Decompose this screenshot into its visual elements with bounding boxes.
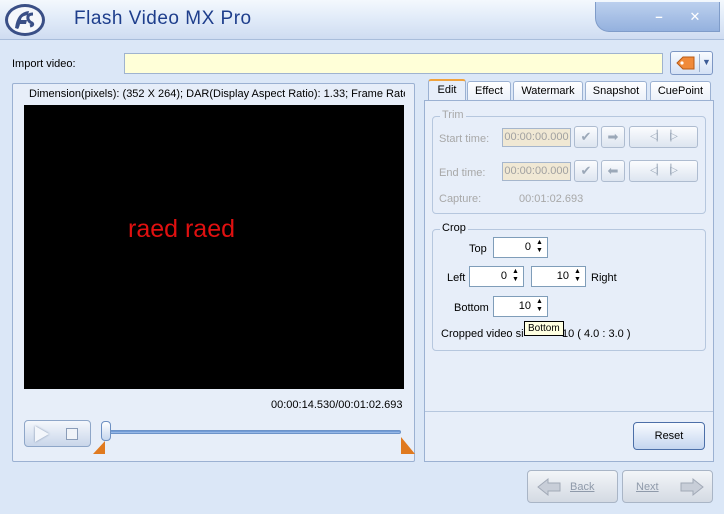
import-video-label: Import video:	[12, 58, 76, 70]
checkmark-icon: ✔	[580, 129, 592, 144]
tab-effect[interactable]: Effect	[467, 81, 511, 101]
minimize-button[interactable]: –	[648, 8, 670, 27]
checkmark-icon: ✔	[580, 163, 592, 178]
start-step-buttons[interactable]: ◁▏▕▷	[629, 126, 698, 148]
chevron-down-icon[interactable]: ▼	[702, 57, 711, 67]
window-controls: – ✕	[595, 2, 720, 32]
crop-left-label: Left	[447, 272, 466, 284]
crop-right-value: 10	[556, 270, 569, 282]
next-label: Next	[636, 481, 659, 493]
tag-icon	[676, 56, 695, 70]
trim-start-marker-icon[interactable]	[93, 441, 105, 454]
crop-bottom-value: 10	[518, 300, 531, 312]
start-time-field[interactable]: 00:00:00.000	[502, 128, 571, 147]
crop-top-stepper[interactable]: 0 ▲ ▼	[493, 237, 548, 258]
capture-value: 00:01:02.693	[519, 193, 584, 205]
tab-edit[interactable]: Edit	[428, 79, 466, 102]
set-start-checkmark-button[interactable]: ✔	[574, 126, 598, 148]
crop-right-stepper[interactable]: 10 ▲ ▼	[531, 266, 586, 287]
next-button[interactable]: Next	[622, 470, 713, 503]
tab-watermark[interactable]: Watermark	[513, 81, 583, 101]
start-time-label: Start time:	[439, 133, 490, 145]
video-preview	[24, 105, 404, 389]
crop-left-value: 0	[500, 270, 507, 282]
reset-button[interactable]: Reset	[633, 422, 705, 450]
spin-arrows-icon[interactable]: ▲ ▼	[510, 268, 521, 285]
spin-arrows-icon[interactable]: ▲ ▼	[534, 298, 545, 315]
play-icon[interactable]	[35, 426, 49, 442]
tab-cuepoint[interactable]: CuePoint	[650, 81, 711, 101]
arrow-right-icon: ➡	[607, 129, 619, 144]
cropped-size-label: Cropped video si	[441, 328, 524, 340]
end-step-buttons[interactable]: ◁▏▕▷	[629, 160, 698, 182]
tab-snapshot[interactable]: Snapshot	[585, 81, 647, 101]
app-title: Flash Video MX Pro	[74, 8, 252, 29]
arrow-left-icon	[537, 477, 561, 497]
video-info: Dimension(pixels): (352 X 264); DAR(Disp…	[29, 88, 405, 100]
capture-label: Capture:	[439, 193, 482, 205]
crop-bottom-label: Bottom	[454, 302, 489, 314]
crop-right-label: Right	[591, 272, 617, 284]
app-logo-icon	[5, 4, 45, 36]
crop-top-value: 0	[524, 241, 531, 253]
import-browse-button[interactable]: ▼	[670, 51, 713, 75]
goto-start-arrow-button[interactable]: ➡	[601, 126, 625, 148]
button-separator	[699, 54, 700, 72]
panel-divider	[425, 411, 713, 412]
back-label: Back	[570, 481, 595, 493]
seek-slider[interactable]	[103, 430, 401, 434]
end-time-field[interactable]: 00:00:00.000	[502, 162, 571, 181]
back-button[interactable]: Back	[527, 470, 618, 503]
goto-end-arrow-button[interactable]: ⬅	[601, 160, 625, 182]
arrow-left-icon: ⬅	[607, 163, 619, 178]
playback-timecode: 00:00:14.530/00:01:02.693	[271, 399, 403, 411]
crop-group-title: Crop	[440, 222, 468, 234]
crop-top-label: Top	[469, 243, 487, 255]
trim-group-title: Trim	[440, 109, 466, 121]
seek-slider-thumb[interactable]	[101, 421, 111, 441]
step-frame-icon: ◁▏▕▷	[650, 165, 678, 176]
crop-left-stepper[interactable]: 0 ▲ ▼	[469, 266, 524, 287]
edit-panel: Trim Start time: 00:00:00.000 ✔ ➡ ◁▏▕▷ E…	[424, 100, 714, 462]
trim-end-marker-icon[interactable]	[401, 437, 415, 454]
tab-bar: Edit Effect Watermark Snapshot CuePoint	[424, 79, 714, 102]
arrow-right-icon	[680, 477, 704, 497]
spin-arrows-icon[interactable]: ▲ ▼	[572, 268, 583, 285]
end-time-label: End time:	[439, 167, 486, 179]
crop-bottom-stepper[interactable]: 10 ▲ ▼	[493, 296, 548, 317]
set-end-checkmark-button[interactable]: ✔	[574, 160, 598, 182]
bottom-tooltip: Bottom	[524, 321, 564, 336]
cropped-size-value: 10 ( 4.0 : 3.0 )	[562, 328, 631, 340]
overlay-text: raed raed	[128, 215, 236, 243]
import-video-field[interactable]	[124, 53, 663, 74]
stop-icon[interactable]	[66, 428, 78, 440]
step-frame-icon: ◁▏▕▷	[650, 131, 678, 142]
close-button[interactable]: ✕	[684, 8, 706, 27]
spin-arrows-icon[interactable]: ▲ ▼	[534, 239, 545, 256]
